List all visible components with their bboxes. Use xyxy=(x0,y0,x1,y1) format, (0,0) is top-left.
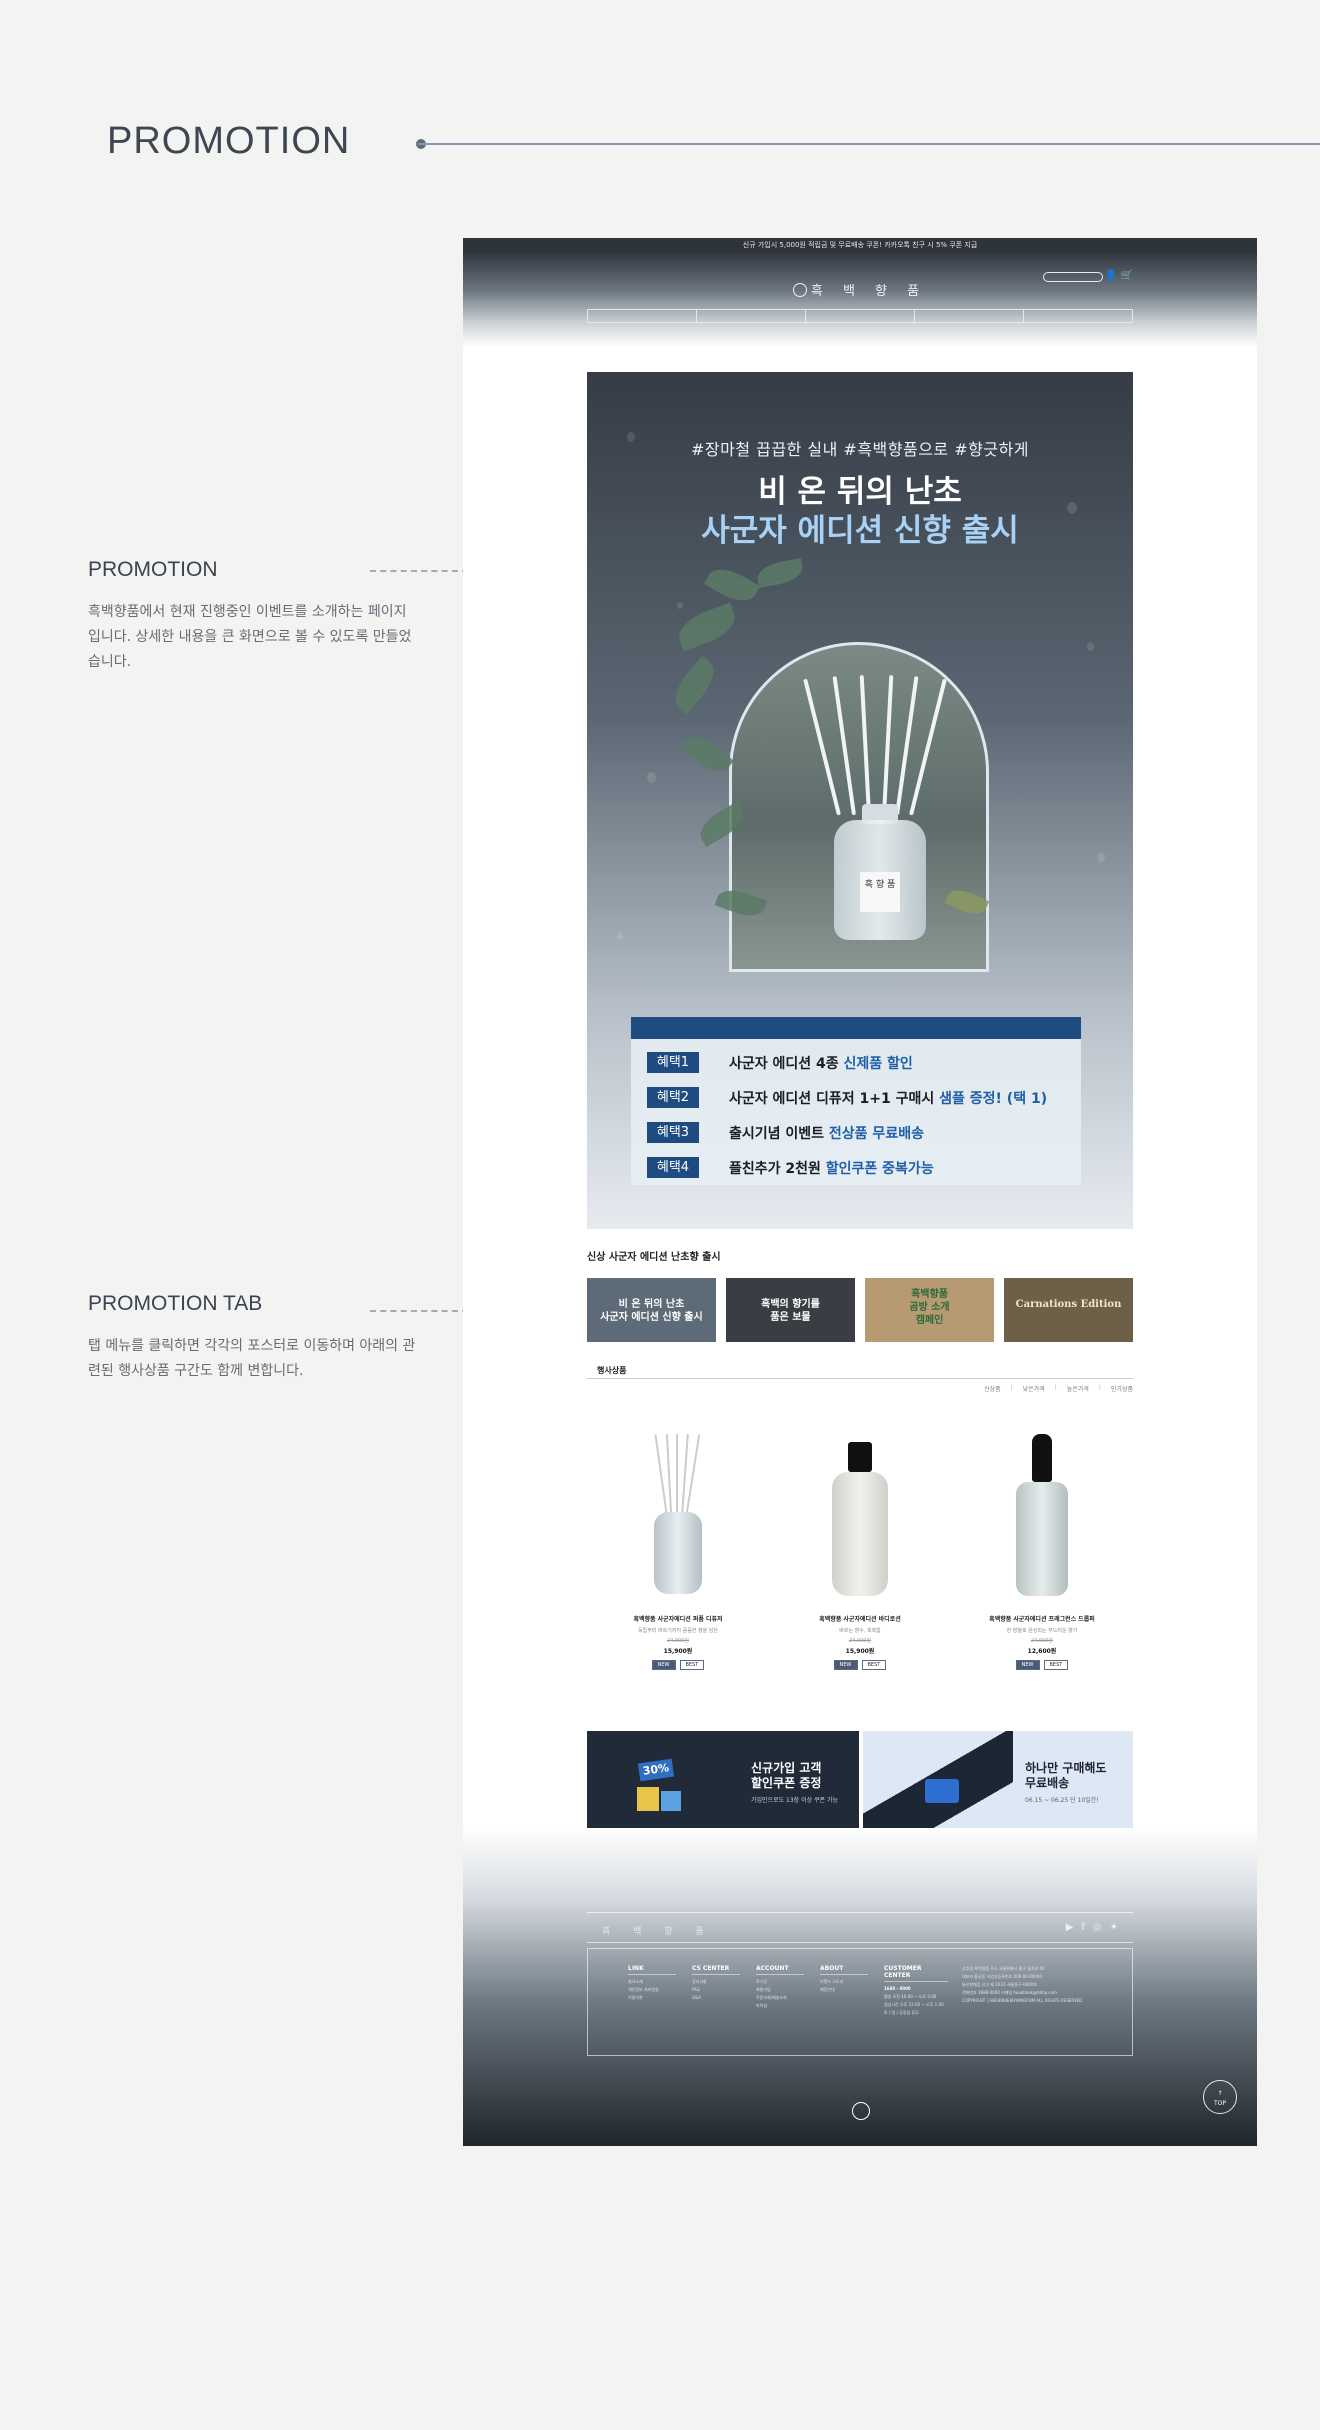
footer-logo-mark xyxy=(852,2102,870,2120)
footer-column: ABOUT 브랜드 스토리 매장안내 xyxy=(820,1965,868,1994)
product-image[interactable] xyxy=(962,1434,1122,1602)
tab-poster-4[interactable]: Carnations Edition xyxy=(1004,1278,1133,1342)
benefit-header xyxy=(631,1017,1081,1039)
site-header: 흑 백 향 품 👤 🛒 xyxy=(463,252,1257,347)
product-list: 흑백향품 사군자에디션 퍼퓸 디퓨저 독립부터 바르기까지 꼼꼼한 향을 담은 … xyxy=(587,1434,1133,1670)
footer-column: LINK 회사소개 개인정보 처리방침 이용약관 xyxy=(628,1965,676,2002)
promo-subtext: 가입만으로도 13장 이상 쿠폰 가능 xyxy=(751,1797,839,1804)
company-info: 상호명 흑백향품 주소 서울특별시 중구 을지로 00 대표자 홍길동 사업자등… xyxy=(962,1966,1083,2003)
product-sort-filters: 신상품 | 낮은가격 | 높은가격 | 인기상품 xyxy=(984,1384,1133,1393)
note-heading: PROMOTION TAB xyxy=(88,1292,263,1315)
filter-new[interactable]: 신상품 xyxy=(984,1384,1001,1393)
leaf-illustration xyxy=(666,655,723,715)
best-badge: BEST xyxy=(679,1660,705,1670)
scroll-top-button[interactable]: ↑ TOP xyxy=(1203,2080,1237,2114)
nav-item[interactable] xyxy=(1024,310,1132,322)
bottle-label: 흑 향 품 xyxy=(860,872,900,912)
note-heading: PROMOTION xyxy=(88,558,218,581)
product-card[interactable]: 흑백향품 사군자에디션 프래그런스 드롭퍼 한 방울로 완성되는 부드러운 향기… xyxy=(962,1434,1122,1670)
benefit-badge: 혜택4 xyxy=(647,1157,699,1178)
truck-icon xyxy=(925,1779,959,1803)
header-icons: 👤 🛒 xyxy=(1105,270,1133,281)
user-icon[interactable]: 👤 xyxy=(1105,270,1117,281)
benefit-badge: 혜택2 xyxy=(647,1087,699,1108)
new-badge: NEW xyxy=(1015,1660,1040,1670)
free-shipping-banner[interactable]: 하나만 구매해도 무료배송 06.15 ~ 06.25 단 10일간! xyxy=(863,1731,1133,1828)
benefit-row: 혜택1 사군자 에디션 4종 신제품 할인 xyxy=(647,1052,913,1073)
note-text: 흑백향품에서 현재 진행중인 이벤트를 소개하는 페이지입니다. 상세한 내용을… xyxy=(88,604,412,670)
site-logo[interactable]: 흑 백 향 품 xyxy=(463,280,1257,299)
discount-badge: 30% xyxy=(637,1758,675,1782)
benefit-badge: 혜택1 xyxy=(647,1052,699,1073)
new-badge: NEW xyxy=(651,1660,676,1670)
filter-high-price[interactable]: 높은가격 xyxy=(1067,1384,1089,1393)
gift-icon xyxy=(637,1787,659,1811)
instagram-icon[interactable]: ◎ xyxy=(1093,1922,1102,1933)
top-notice-bar[interactable]: 신규 가입시 5,000원 적립금 및 무료배송 쿠폰! 카카오톡 친구 시 5… xyxy=(463,238,1257,252)
promotion-note: PROMOTION 흑백향품에서 현재 진행중인 이벤트를 소개하는 페이지입니… xyxy=(88,558,418,675)
twitter-icon[interactable]: ✦ xyxy=(1110,1922,1118,1933)
page-title: PROMOTION xyxy=(107,120,351,162)
site-mockup: 신규 가입시 5,000원 적립금 및 무료배송 쿠폰! 카카오톡 친구 시 5… xyxy=(463,238,1257,2146)
tab-poster-3[interactable]: 흑백향품 곰방 소개 캠페인 xyxy=(865,1278,994,1342)
promotion-tabs: 비 온 뒤의 난초 사군자 에디션 신향 출시 흑백의 향기를 품은 보물 흑백… xyxy=(587,1278,1133,1342)
products-section-title: 행사상품 xyxy=(597,1366,627,1375)
main-navigation xyxy=(587,309,1133,323)
filter-popular[interactable]: 인기상품 xyxy=(1111,1384,1133,1393)
product-image[interactable] xyxy=(598,1434,758,1602)
footer-column: CS CENTER 공지사항 FAQ Q&A xyxy=(692,1965,740,2002)
section-divider xyxy=(587,1378,1133,1379)
promo-title: 하나만 구매해도 무료배송 xyxy=(1025,1761,1107,1790)
search-input[interactable] xyxy=(1043,272,1103,282)
social-links: ▶ f ◎ ✦ xyxy=(1066,1922,1118,1933)
benefit-box: 혜택1 사군자 에디션 4종 신제품 할인 혜택2 사군자 에디션 디퓨저 1+… xyxy=(631,1017,1081,1185)
tab-poster-1[interactable]: 비 온 뒤의 난초 사군자 에디션 신향 출시 xyxy=(587,1278,716,1342)
benefit-row: 혜택3 출시기념 이벤트 전상품 무료배송 xyxy=(647,1122,924,1143)
facebook-icon[interactable]: f xyxy=(1081,1922,1085,1933)
gift-icon xyxy=(661,1791,681,1811)
best-badge: BEST xyxy=(861,1660,887,1670)
footer-info-box: LINK 회사소개 개인정보 처리방침 이용약관 CS CENTER 공지사항 … xyxy=(587,1948,1133,2056)
poster-hashtags: #장마철 끕끕한 실내 #흑백향품으로 #향긋하게 xyxy=(690,440,1030,459)
leaf-illustration xyxy=(703,561,761,609)
tab-section-title: 신상 사군자 에디션 난초향 출시 xyxy=(587,1252,721,1263)
site-footer: 흑 백 향 품 ▶ f ◎ ✦ LINK 회사소개 개인정보 처리방침 이용약관… xyxy=(463,1828,1257,2146)
nav-item[interactable] xyxy=(915,310,1024,322)
tab-poster-2[interactable]: 흑백의 향기를 품은 보물 xyxy=(726,1278,855,1342)
customer-center: CUSTOMER CENTER 1688 - 0000 평일 오전 10:00 … xyxy=(884,1965,948,2017)
nav-item[interactable] xyxy=(588,310,697,322)
logo-icon xyxy=(792,283,807,297)
note-text: 탭 메뉴를 클릭하면 각각의 포스터로 이동하며 아래의 관련된 행사상품 구간… xyxy=(88,1338,416,1379)
leaf-illustration xyxy=(673,602,741,652)
promotion-tab-note: PROMOTION TAB 탭 메뉴를 클릭하면 각각의 포스터로 이동하며 아… xyxy=(88,1292,418,1384)
benefit-badge: 혜택3 xyxy=(647,1122,699,1143)
signup-coupon-banner[interactable]: 30% 신규가입 고객 할인쿠폰 증정 가입만으로도 13장 이상 쿠폰 가능 xyxy=(587,1731,859,1828)
cart-icon[interactable]: 🛒 xyxy=(1121,270,1133,281)
footer-column: ACCOUNT 로그인 회원가입 주문조회/배송조회 마이샵 xyxy=(756,1965,804,2010)
poster-subtitle: 사군자 에디션 신향 출시 xyxy=(701,513,1019,549)
nav-item[interactable] xyxy=(806,310,915,322)
benefit-row: 혜택2 사군자 에디션 디퓨저 1+1 구매시 샘플 증정! (택 1) xyxy=(647,1087,1047,1108)
title-line xyxy=(418,143,1320,145)
benefit-row: 혜택4 플친추가 2천원 할인쿠폰 중복가능 xyxy=(647,1157,934,1178)
youtube-icon[interactable]: ▶ xyxy=(1066,1922,1074,1933)
product-card[interactable]: 흑백향품 사군자에디션 바디로션 바르는 향수, 촉촉함 24,000원 15,… xyxy=(780,1434,940,1670)
leaf-illustration xyxy=(755,558,805,588)
logo-text: 흑 백 향 품 xyxy=(810,284,928,299)
leaf-illustration xyxy=(680,728,734,780)
best-badge: BEST xyxy=(1043,1660,1069,1670)
promo-subtext: 06.15 ~ 06.25 단 10일간! xyxy=(1025,1797,1099,1804)
filter-low-price[interactable]: 낮은가격 xyxy=(1023,1384,1045,1393)
promotion-poster: #장마철 끕끕한 실내 #흑백향품으로 #향긋하게 비 온 뒤의 난초 사군자 … xyxy=(587,372,1133,1229)
new-badge: NEW xyxy=(833,1660,858,1670)
arrow-up-icon: ↑ xyxy=(1217,2090,1223,2097)
product-card[interactable]: 흑백향품 사군자에디션 퍼퓸 디퓨저 독립부터 바르기까지 꼼꼼한 향을 담은 … xyxy=(598,1434,758,1670)
promo-title: 신규가입 고객 할인쿠폰 증정 xyxy=(751,1761,822,1790)
product-image[interactable] xyxy=(780,1434,940,1602)
nav-item[interactable] xyxy=(697,310,806,322)
footer-logo[interactable]: 흑 백 향 품 xyxy=(602,1924,714,1937)
